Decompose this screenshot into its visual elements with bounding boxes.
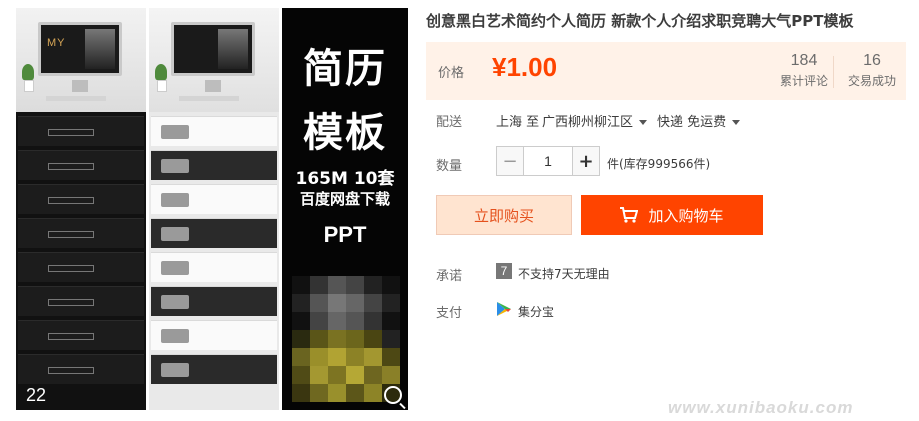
promo-format: PPT [323,222,367,247]
shipping-method: 快递 免运费 [657,115,727,130]
payment-method[interactable]: 集分宝 [518,303,554,320]
desk-mockup: MY [16,8,146,112]
add-to-cart-label: 加入购物车 [648,206,724,225]
slide-thumb [151,150,277,180]
increase-button[interactable]: + [572,146,600,176]
promise-label: 承诺 [436,269,463,284]
sales-stat: 16 交易成功 [842,52,902,89]
promo-download: 百度网盘下载 [299,190,390,208]
slide-thumb [151,218,277,248]
shipping-destination-select[interactable]: 广西柳州柳江区 [542,111,648,130]
slide-thumb [151,184,277,214]
slide-thumbnails [16,116,146,388]
portrait-photo [218,29,248,69]
keyboard-icon [46,96,106,101]
zoom-icon[interactable] [384,386,402,404]
slide-thumb [18,218,144,248]
quantity-stepper: − 1 + [496,146,600,176]
quantity-input[interactable]: 1 [524,146,572,176]
buy-now-label: 立即购买 [473,206,534,225]
monitor-icon [171,22,255,76]
promo-size-count: 165M 10套 [295,169,395,189]
slide-thumb [18,184,144,214]
reviews-count: 184 [790,52,818,69]
monitor-title: MY [47,37,66,49]
slide-thumbnails [149,116,279,388]
sales-count: 16 [863,52,881,69]
site-watermark: www.xunibaoku.com [668,398,854,417]
payment-label: 支付 [436,306,463,321]
sales-label: 交易成功 [847,74,896,88]
decrease-button[interactable]: − [496,146,524,176]
price-value: ¥1.00 [492,52,558,82]
slide-thumb [18,286,144,316]
slide-thumb [18,320,144,350]
preview-column-dark: MY 22 [16,8,146,410]
promo-title-line1: 简历 [303,46,387,92]
plant-icon [22,64,34,92]
slide-thumb [18,252,144,282]
reviews-stat[interactable]: 184 累计评论 [778,52,830,89]
buy-now-button[interactable]: 立即购买 [436,195,572,235]
promo-title-line2: 模板 [303,110,387,156]
slide-thumb [18,116,144,146]
slide-thumb [151,320,277,350]
slide-thumb [18,354,144,384]
no-return-icon: 7 [496,263,512,279]
desk-mockup [149,8,279,112]
promo-column: 简历 模板 165M 10套 百度网盘下载 PPT [282,8,408,410]
monitor-icon: MY [38,22,122,76]
promise-text[interactable]: 不支持7天无理由 [518,265,610,282]
add-to-cart-button[interactable]: 加入购物车 [581,195,763,235]
chevron-down-icon [639,120,648,125]
product-title: 创意黑白艺术简约个人简历 新款个人介绍求职竞聘大气PPT模板 [426,12,854,30]
preview-column-light [149,8,279,410]
slide-thumb [151,116,277,146]
product-main-image[interactable]: MY 22 简历 模板 165M 10套 百度网盘下载 PPT [8,8,408,410]
stat-divider [833,56,834,88]
stock-info: 件(库存999566件) [607,157,711,171]
pixelated-image [292,276,400,402]
shipping-destination: 广西柳州柳江区 [542,115,634,130]
monitor-stand [205,80,221,92]
monitor-stand [72,80,88,92]
keyboard-icon [179,96,239,101]
slide-thumb [151,354,277,384]
cart-icon [620,207,639,223]
shipping-method-select[interactable]: 快递 免运费 [657,111,741,130]
price-panel: 价格 ¥1.00 184 累计评论 16 交易成功 [426,42,906,100]
slide-thumb [151,252,277,282]
portrait-photo [85,29,115,69]
image-count: 22 [26,385,47,405]
reviews-label: 累计评论 [779,74,828,88]
jifenbao-icon [497,302,511,316]
shipping-from: 上海 至 [496,115,540,130]
slide-thumb [18,150,144,180]
shipping-label: 配送 [436,115,463,130]
price-label: 价格 [438,66,465,81]
chevron-down-icon [732,120,741,125]
plant-icon [155,64,167,92]
quantity-label: 数量 [436,159,463,174]
slide-thumb [151,286,277,316]
